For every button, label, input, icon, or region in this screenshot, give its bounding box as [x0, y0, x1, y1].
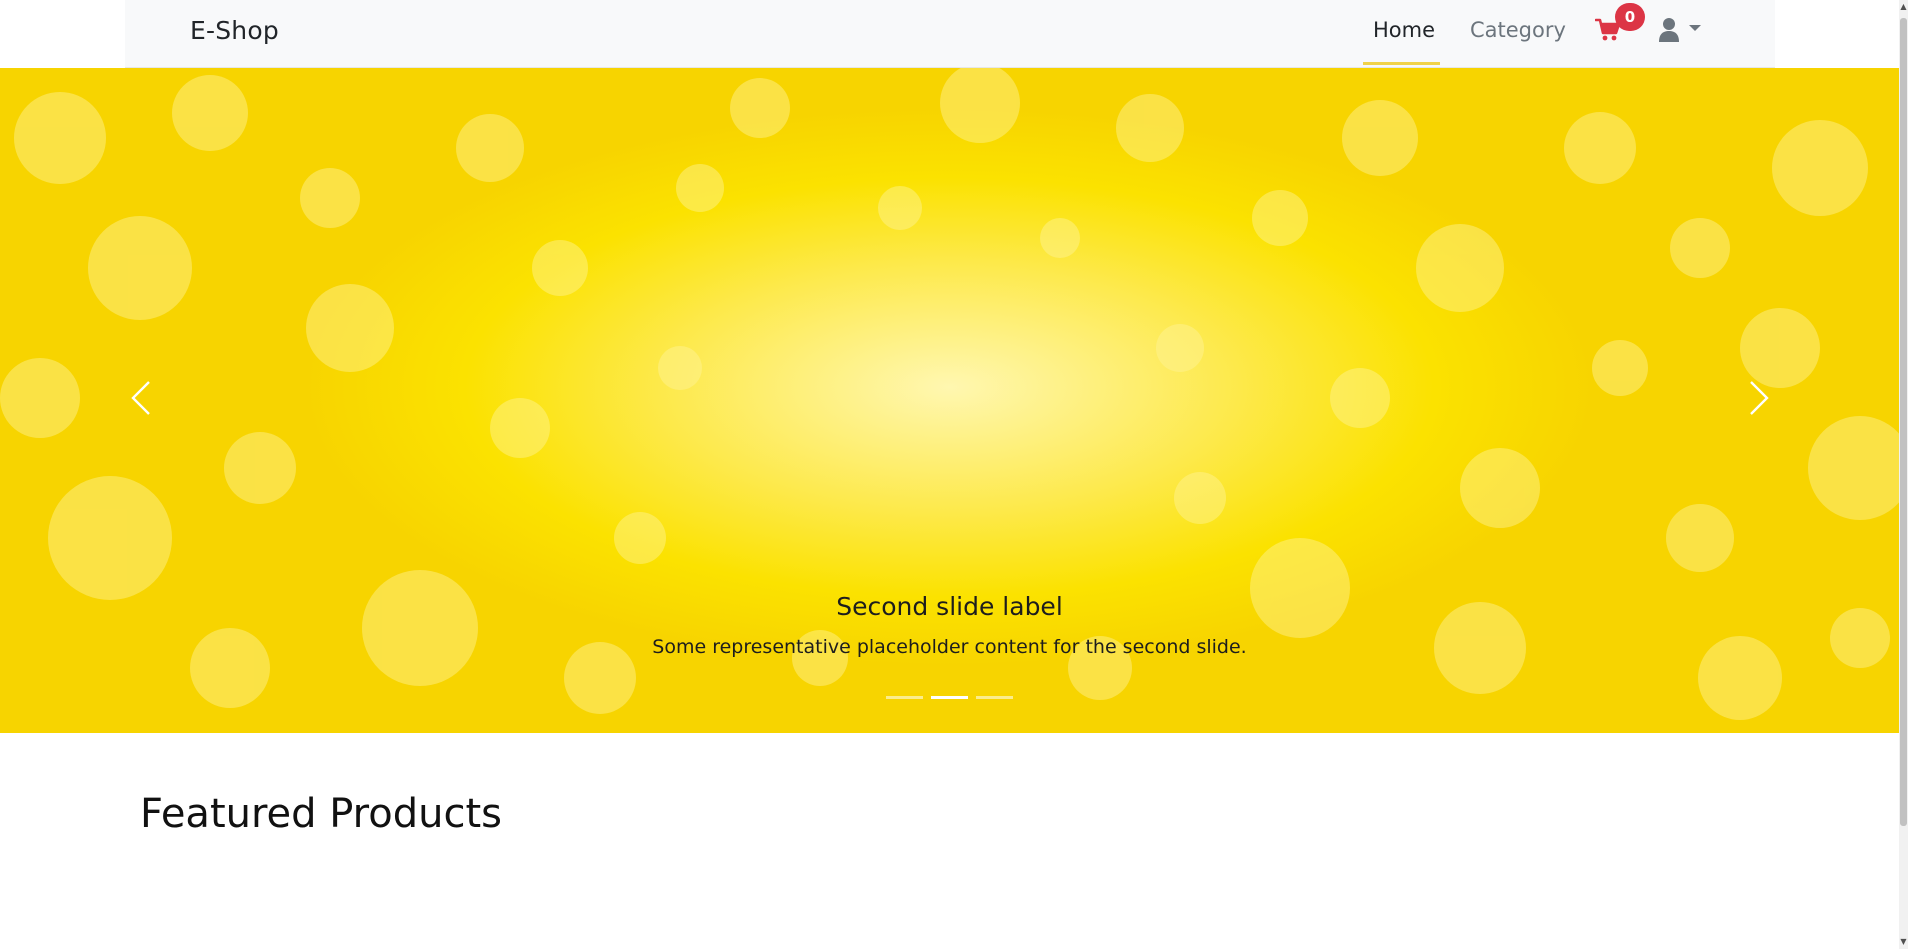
- carousel-caption-title: Second slide label: [836, 592, 1063, 621]
- scroll-down-icon[interactable]: ▼: [1900, 937, 1907, 947]
- navbar: E-Shop Home Category 0: [125, 0, 1775, 68]
- nav-link-home[interactable]: Home: [1373, 18, 1435, 42]
- carousel-prev-button[interactable]: [112, 368, 172, 428]
- nav-link-category[interactable]: Category: [1470, 18, 1566, 42]
- carousel-caption-text: Some representative placeholder content …: [652, 636, 1247, 658]
- carousel-indicator-1[interactable]: [886, 696, 923, 699]
- page: E-Shop Home Category 0 Second slide labe…: [0, 0, 1908, 949]
- chevron-left-icon: [131, 381, 150, 415]
- hero-carousel: Second slide label Some representative p…: [0, 68, 1899, 733]
- scrollbar-thumb[interactable]: [1900, 18, 1907, 826]
- user-icon: [1659, 18, 1701, 42]
- carousel-indicator-2[interactable]: [931, 696, 968, 699]
- page-scrollbar[interactable]: ▲ ▼: [1899, 0, 1908, 949]
- scroll-up-icon[interactable]: ▲: [1900, 2, 1907, 12]
- brand-logo[interactable]: E-Shop: [190, 16, 279, 45]
- carousel-next-button[interactable]: [1728, 368, 1788, 428]
- carousel-slide-image: [0, 68, 1899, 720]
- caret-down-icon: [1689, 25, 1701, 31]
- cart-count-badge: 0: [1615, 3, 1645, 31]
- chevron-right-icon: [1750, 381, 1769, 415]
- carousel-indicator-3[interactable]: [976, 696, 1013, 699]
- featured-products-title: Featured Products: [140, 791, 502, 837]
- user-menu-toggle[interactable]: [1658, 16, 1704, 44]
- nav-active-indicator: [1363, 62, 1440, 65]
- carousel-indicators: [0, 696, 1899, 699]
